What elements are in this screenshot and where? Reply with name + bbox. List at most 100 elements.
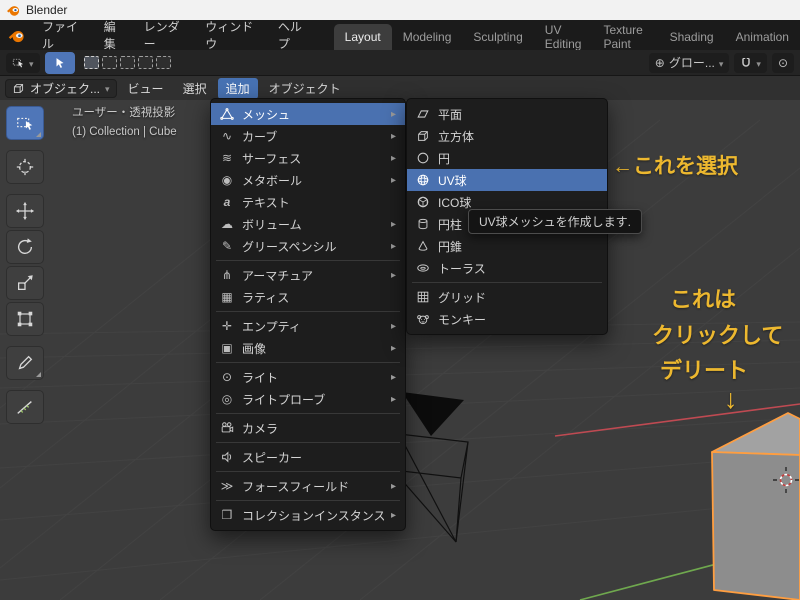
cursor-arrow-icon [56, 57, 64, 68]
menu-help[interactable]: ヘルプ [269, 20, 320, 51]
grid-icon [415, 290, 431, 304]
menu-render[interactable]: レンダー [135, 20, 197, 51]
volume-icon [219, 217, 235, 231]
active-tool-button[interactable] [44, 51, 75, 74]
add-menu-item-light-probe[interactable]: ライトプローブ [211, 388, 405, 410]
annotate-tool-button[interactable] [6, 346, 44, 380]
workspace-tab-sculpting[interactable]: Sculpting [462, 24, 533, 50]
window-title: Blender [26, 3, 68, 17]
menu-edit[interactable]: 編集 [95, 20, 135, 51]
add-menu-item-lattice[interactable]: ラティス [211, 286, 405, 308]
cursor-tool-button[interactable] [6, 150, 44, 184]
submenu-arrow-icon [391, 394, 396, 405]
add-menu-item-volume[interactable]: ボリューム [211, 213, 405, 235]
add-menu-item-light[interactable]: ライト [211, 366, 405, 388]
add-menu-item-grease-pencil[interactable]: グリースペンシル [211, 235, 405, 257]
add-menu-item-force-field[interactable]: フォースフィールド [211, 475, 405, 497]
select-mode-intersect[interactable] [155, 56, 171, 69]
mesh-submenu-item-torus[interactable]: トーラス [407, 257, 607, 279]
workspace-tab-animation[interactable]: Animation [725, 24, 800, 50]
grease-pencil-icon [219, 239, 235, 253]
transform-tool-icon [17, 311, 33, 327]
menu-separator [211, 468, 405, 475]
add-menu-item-image[interactable]: 画像 [211, 337, 405, 359]
menu-window[interactable]: ウィンドウ [196, 20, 269, 51]
submenu-arrow-icon [391, 153, 396, 164]
add-menu-item-empty[interactable]: エンプティ [211, 315, 405, 337]
rotate-tool-button[interactable] [6, 230, 44, 264]
force-field-icon [219, 479, 235, 493]
transform-tool-button[interactable] [6, 302, 44, 336]
menu-separator [211, 439, 405, 446]
select-mode-subtract[interactable] [119, 56, 135, 69]
transform-orientation-dropdown[interactable]: グロー... [648, 52, 730, 73]
add-menu-item-mesh[interactable]: メッシュ [211, 103, 405, 125]
text-icon [219, 195, 235, 209]
add-menu-item-text[interactable]: テキスト [211, 191, 405, 213]
submenu-arrow-icon [391, 175, 396, 186]
torus-icon [415, 261, 431, 275]
mesh-submenu-item-circle[interactable]: 円 [407, 147, 607, 169]
submenu-arrow-icon [391, 321, 396, 332]
add-menu-item-surface[interactable]: サーフェス [211, 147, 405, 169]
add-menu-item-curve[interactable]: カーブ [211, 125, 405, 147]
submenu-arrow-icon [391, 343, 396, 354]
add-menu-item-armature[interactable]: アーマチュア [211, 264, 405, 286]
select-box-tool-button[interactable] [6, 106, 44, 140]
mode-label: オブジェク... [30, 81, 101, 96]
submenu-arrow-icon [391, 481, 396, 492]
submenu-arrow-icon [391, 372, 396, 383]
add-menu-item-camera[interactable]: カメラ [211, 417, 405, 439]
viewport-header: オブジェク... ビュー 選択 追加 オブジェクト [0, 76, 800, 100]
workspace-tab-layout[interactable]: Layout [333, 24, 392, 50]
add-menu-item-metaball[interactable]: メタボール [211, 169, 405, 191]
menu-file[interactable]: ファイル [33, 20, 95, 51]
add-menu-item-collection-instance[interactable]: コレクションインスタンス [211, 504, 405, 526]
add-menu-item-speaker[interactable]: スピーカー [211, 446, 405, 468]
select-mode-new[interactable] [83, 56, 99, 69]
mesh-submenu-item-uv-sphere[interactable]: UV球 [407, 169, 607, 191]
proportional-edit-button[interactable] [771, 52, 794, 73]
viewport-menu-object[interactable]: オブジェクト [261, 78, 349, 99]
select-mode-extend[interactable] [101, 56, 117, 69]
active-tool-dropdown[interactable] [6, 52, 40, 73]
light-probe-icon [219, 392, 235, 406]
measure-tool-button[interactable] [6, 390, 44, 424]
mesh-submenu-item-monkey[interactable]: モンキー [407, 308, 607, 330]
annotation-delete-line2: クリックして [652, 323, 784, 348]
mesh-submenu-item-cone[interactable]: 円錐 [407, 235, 607, 257]
monkey-icon [415, 312, 431, 326]
mesh-submenu-item-plane[interactable]: 平面 [407, 103, 607, 125]
tool-settings-bar: グロー... [0, 50, 800, 76]
submenu-arrow-icon [391, 270, 396, 281]
move-tool-icon [15, 201, 35, 221]
viewport-menu-add[interactable]: 追加 [217, 77, 258, 99]
cube-object[interactable] [711, 412, 800, 600]
top-menubar: ファイル 編集 レンダー ウィンドウ ヘルプ Layout Modeling S… [0, 20, 800, 51]
workspace-tab-shading[interactable]: Shading [659, 24, 725, 50]
viewport-menu-view[interactable]: ビュー [120, 78, 172, 99]
collection-instance-icon [219, 508, 235, 522]
circle-icon [415, 151, 431, 165]
move-tool-button[interactable] [6, 194, 44, 228]
select-mode-invert[interactable] [137, 56, 153, 69]
workspace-tab-modeling[interactable]: Modeling [392, 24, 463, 50]
image-icon [219, 341, 235, 355]
menu-separator [211, 257, 405, 264]
workspace-tab-texture-paint[interactable]: Texture Paint [592, 23, 658, 51]
submenu-arrow-icon [391, 219, 396, 230]
workspace-tab-uv-editing[interactable]: UV Editing [534, 23, 593, 51]
interaction-mode-dropdown[interactable]: オブジェク... [5, 78, 117, 98]
blender-app-icon[interactable] [0, 20, 33, 50]
magnet-icon [742, 57, 751, 67]
select-mode-toggles [83, 56, 171, 69]
menu-separator [211, 308, 405, 315]
viewport-menu-select[interactable]: 選択 [175, 78, 215, 99]
cursor-tool-icon [16, 158, 34, 176]
scale-tool-icon [18, 275, 33, 290]
light-icon [219, 370, 235, 384]
mesh-submenu-item-grid[interactable]: グリッド [407, 286, 607, 308]
scale-tool-button[interactable] [6, 266, 44, 300]
snapping-dropdown[interactable] [734, 52, 767, 73]
mesh-submenu-item-cube[interactable]: 立方体 [407, 125, 607, 147]
